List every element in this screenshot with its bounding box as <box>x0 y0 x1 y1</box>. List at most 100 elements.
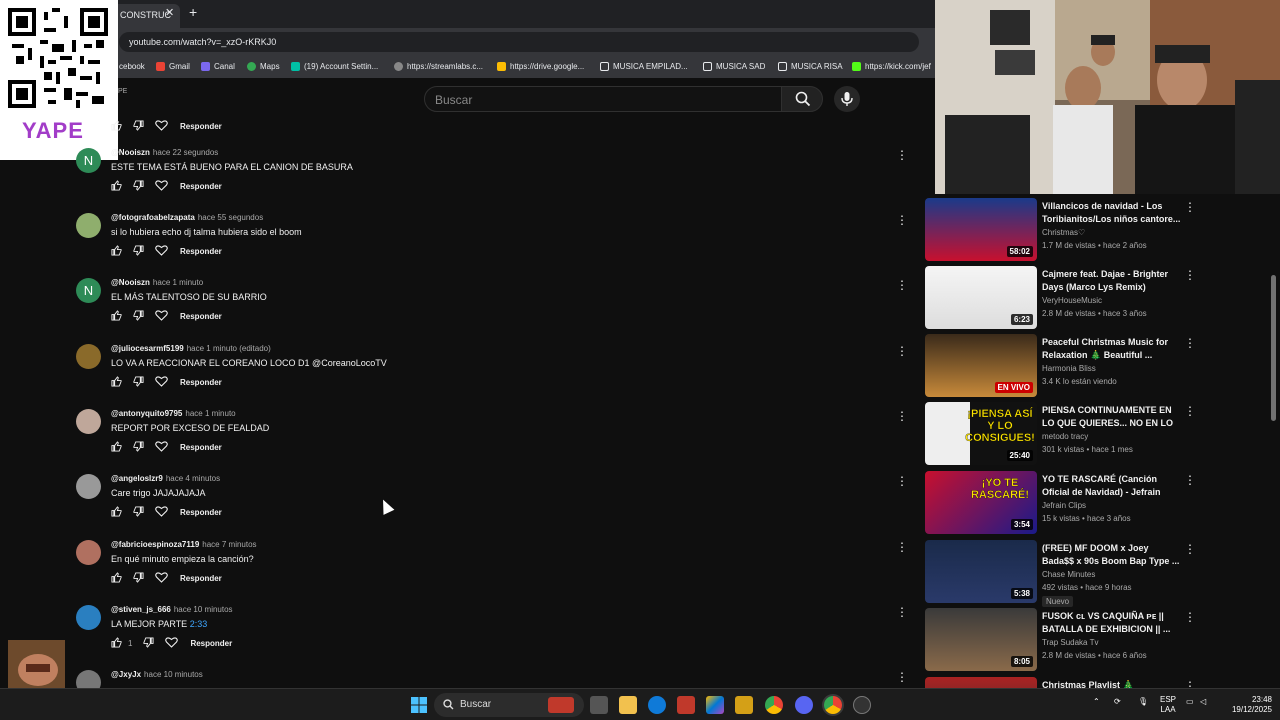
video-thumbnail[interactable]: 5:38 <box>925 540 1037 603</box>
dislike-icon[interactable] <box>133 309 144 323</box>
comment-author[interactable]: @antonyquito9795 <box>111 409 182 418</box>
language-indicator[interactable]: ESP LAA <box>1160 695 1176 715</box>
video-title[interactable]: PIENSA CONTINUAMENTE EN LO QUE QUIERES..… <box>1042 404 1182 430</box>
comment-time[interactable]: hace 10 minutos <box>174 605 233 614</box>
network-icon[interactable]: ▭ <box>1186 697 1194 707</box>
avatar[interactable] <box>76 605 101 630</box>
reply-button[interactable]: Responder <box>180 247 222 256</box>
bookmark-facebook[interactable]: cebook <box>119 62 145 71</box>
like-icon[interactable] <box>111 505 122 519</box>
avatar[interactable] <box>76 474 101 499</box>
more-options-icon[interactable]: ⋮ <box>1184 473 1196 487</box>
video-title[interactable]: Cajmere feat. Dajae - Brighter Days (Mar… <box>1042 268 1182 294</box>
like-icon[interactable] <box>111 375 122 389</box>
bookmark-gmail[interactable]: Gmail <box>156 62 190 71</box>
comment-author[interactable]: @stiven_js_666 <box>111 605 171 614</box>
reply-button[interactable]: Responder <box>180 182 222 191</box>
comment-time[interactable]: hace 55 segundos <box>198 213 263 222</box>
reply-button[interactable]: Responder <box>180 574 222 583</box>
like-icon[interactable] <box>111 179 122 193</box>
reply-button[interactable]: Responder <box>180 443 222 452</box>
heart-icon[interactable] <box>155 244 168 258</box>
heart-icon[interactable] <box>155 375 168 389</box>
more-options-icon[interactable]: ⋮ <box>1184 404 1196 418</box>
comment-time[interactable]: hace 22 segundos <box>153 148 218 157</box>
heart-icon[interactable] <box>155 571 168 585</box>
like-icon[interactable] <box>111 636 122 650</box>
recommended-video[interactable]: ¡YO TE RASCARÉ! 3:54 YO TE RASCARÉ (Canci… <box>925 471 1200 537</box>
comment-author[interactable]: @juliocesarmf5199 <box>111 344 184 353</box>
chrome-icon[interactable] <box>765 696 783 714</box>
like-icon[interactable] <box>111 440 122 454</box>
dislike-icon[interactable] <box>133 571 144 585</box>
windows-start-icon[interactable] <box>410 696 428 714</box>
more-options-icon[interactable]: ⋮ <box>896 540 908 554</box>
heart-icon[interactable] <box>155 119 168 133</box>
more-options-icon[interactable]: ⋮ <box>1184 268 1196 282</box>
bookmark-drive[interactable]: https://drive.google... <box>497 62 584 71</box>
clock[interactable]: 23:48 19/12/2025 <box>1224 695 1272 715</box>
recommended-video[interactable]: 6:23 Cajmere feat. Dajae - Brighter Days… <box>925 266 1200 332</box>
close-tab-icon[interactable]: ✕ <box>165 6 174 19</box>
channel-name[interactable]: Chase Minutes <box>1042 570 1095 579</box>
tray-mic-icon[interactable]: 🎙 <box>1138 697 1148 707</box>
channel-name[interactable]: Jefrain Clips <box>1042 501 1086 510</box>
comment-author[interactable]: @Nooiszn <box>111 148 150 157</box>
more-options-icon[interactable]: ⋮ <box>896 409 908 423</box>
dislike-icon[interactable] <box>133 375 144 389</box>
edge-icon[interactable] <box>648 696 666 714</box>
bookmark-streamlabs[interactable]: https://streamlabs.c... <box>394 62 483 71</box>
reply-button[interactable]: Responder <box>190 639 232 648</box>
video-thumbnail[interactable]: 58:02 <box>925 198 1037 261</box>
more-options-icon[interactable]: ⋮ <box>896 213 908 227</box>
video-title[interactable]: Villancicos de navidad - Los Toribianito… <box>1042 200 1182 226</box>
video-title[interactable]: FUSOK ᴄʟ VS CAQUIÑA ᴘᴇ || BATALLA DE EXH… <box>1042 610 1182 636</box>
heart-icon[interactable] <box>165 636 179 650</box>
video-thumbnail[interactable]: EN VIVO <box>925 334 1037 397</box>
heart-icon[interactable] <box>155 440 168 454</box>
bookmark-folder-musica-empilad[interactable]: MUSICA EMPILAD... <box>600 62 688 71</box>
comment-author[interactable]: @fotografoabelzapata <box>111 213 195 222</box>
heart-icon[interactable] <box>155 179 168 193</box>
chrome-active-icon[interactable] <box>824 696 842 714</box>
recommended-video[interactable]: 8:05 FUSOK ᴄʟ VS CAQUIÑA ᴘᴇ || BATALLA D… <box>925 608 1200 674</box>
heart-icon[interactable] <box>155 309 168 323</box>
avatar[interactable]: N <box>76 148 101 173</box>
dislike-icon[interactable] <box>133 505 144 519</box>
heart-icon[interactable] <box>155 505 168 519</box>
more-options-icon[interactable]: ⋮ <box>896 605 908 619</box>
comment-time[interactable]: hace 7 minutos <box>202 540 256 549</box>
recommended-video[interactable]: ¡PIENSA ASÍ Y LO CONSIGUES! 25:40 PIENSA … <box>925 402 1200 468</box>
tray-refresh-icon[interactable]: ⟳ <box>1114 697 1121 707</box>
comment-time[interactable]: hace 1 minuto (editado) <box>187 344 271 353</box>
like-icon[interactable] <box>111 571 122 585</box>
channel-name[interactable]: VeryHouseMusic <box>1042 296 1102 305</box>
avatar[interactable]: N <box>76 278 101 303</box>
reply-button[interactable]: Responder <box>180 312 222 321</box>
video-title[interactable]: Peaceful Christmas Music for Relaxation … <box>1042 336 1182 362</box>
bookmark-kick[interactable]: https://kick.com/jef <box>852 62 931 71</box>
more-options-icon[interactable]: ⋮ <box>896 474 908 488</box>
comment-author[interactable]: @angeloslzr9 <box>111 474 163 483</box>
comment-author[interactable]: @JxyJx <box>111 670 141 679</box>
more-options-icon[interactable]: ⋮ <box>896 344 908 358</box>
more-options-icon[interactable]: ⋮ <box>1184 200 1196 214</box>
taskbar-search[interactable]: Buscar <box>434 693 584 717</box>
timestamp-link[interactable]: 2:33 <box>190 619 208 629</box>
dislike-icon[interactable] <box>133 179 144 193</box>
recommended-video[interactable]: EN VIVO Peaceful Christmas Music for Rel… <box>925 334 1200 400</box>
reply-button[interactable]: Responder <box>180 508 222 517</box>
comment-time[interactable]: hace 4 minutos <box>166 474 220 483</box>
bookmark-folder-musica-sad[interactable]: MUSICA SAD <box>703 62 765 71</box>
reply-button[interactable]: Responder <box>180 122 222 131</box>
address-bar[interactable]: youtube.com/watch?v=_xzO-rKRKJ0 <box>119 32 919 52</box>
comment-time[interactable]: hace 1 minuto <box>185 409 235 418</box>
comment-author[interactable]: @Nooiszn <box>111 278 150 287</box>
app-icon[interactable] <box>677 696 695 714</box>
video-thumbnail[interactable]: ¡YO TE RASCARÉ! 3:54 <box>925 471 1037 534</box>
bookmark-folder-musica-risa[interactable]: MUSICA RISA <box>778 62 843 71</box>
more-options-icon[interactable]: ⋮ <box>1184 610 1196 624</box>
task-view-icon[interactable] <box>590 696 608 714</box>
channel-name[interactable]: Harmonia Bliss <box>1042 364 1096 373</box>
dislike-icon[interactable] <box>143 636 154 650</box>
